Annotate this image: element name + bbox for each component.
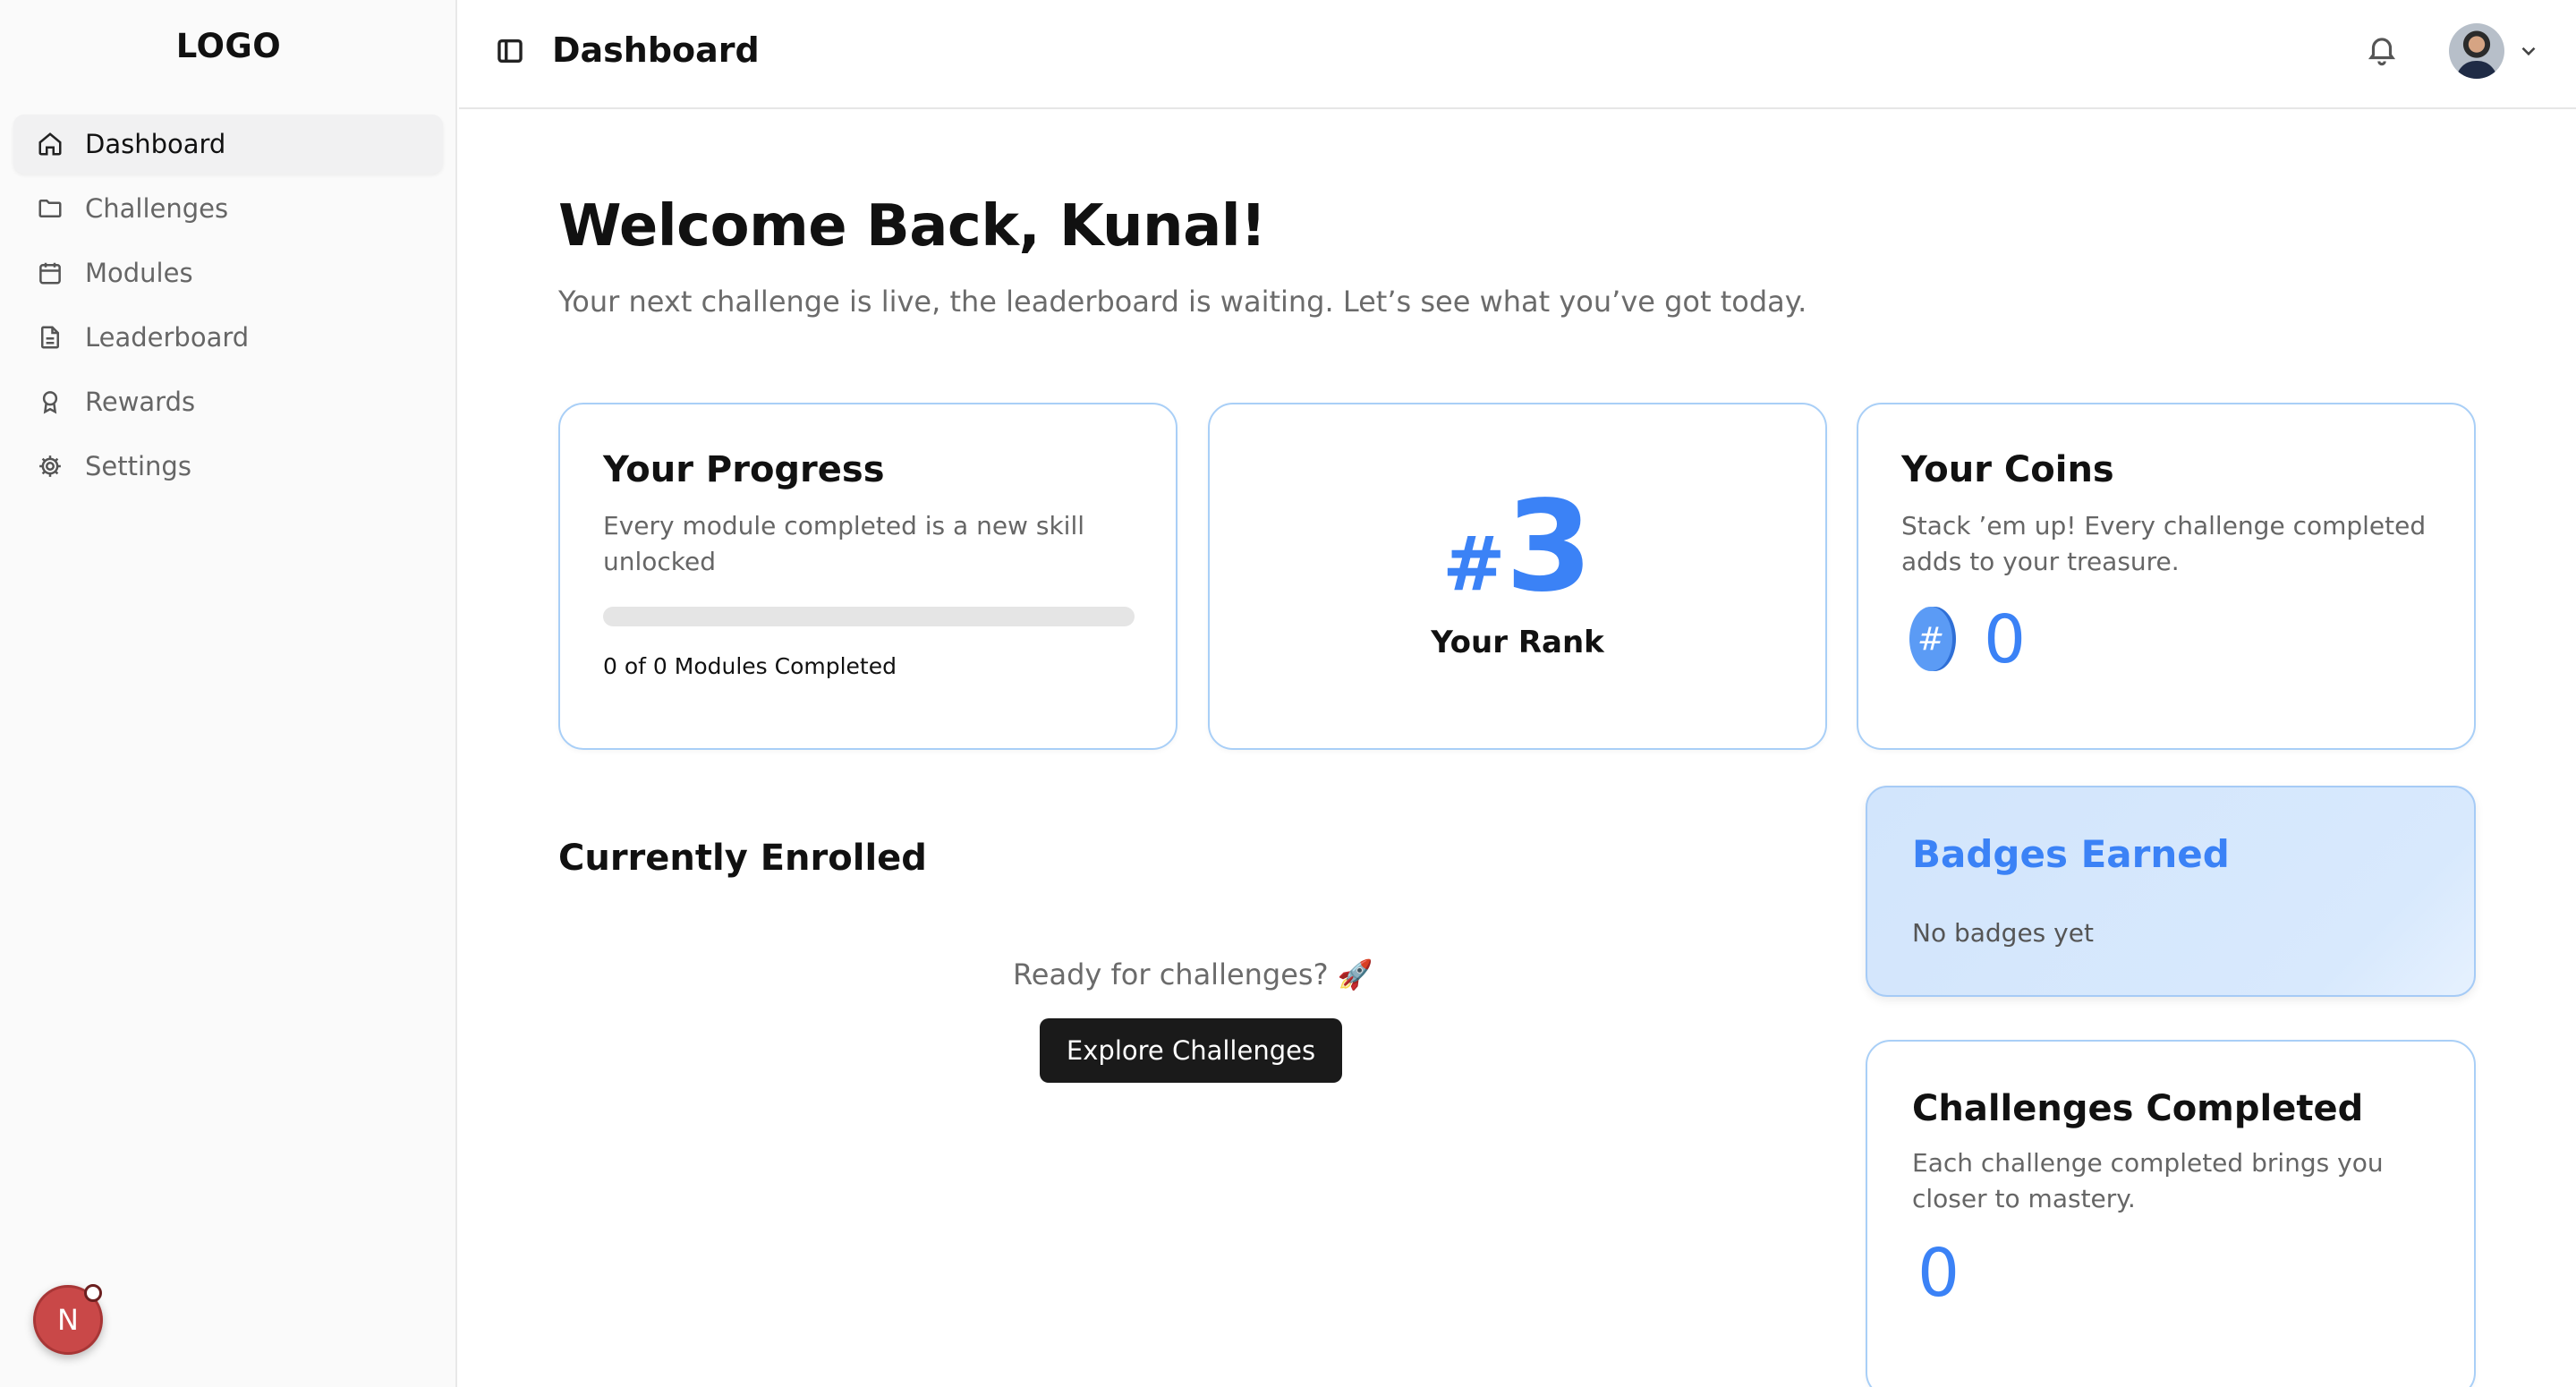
page-title: Dashboard: [552, 30, 760, 70]
document-icon: [35, 322, 65, 353]
coins-card: Your Coins Stack ’em up! Every challenge…: [1857, 403, 2476, 750]
avatar-initial: N: [57, 1303, 79, 1337]
award-icon: [35, 387, 65, 417]
challenges-completed-card: Challenges Completed Each challenge comp…: [1866, 1040, 2476, 1387]
sidebar-item-label: Dashboard: [85, 129, 226, 159]
completed-value: 0: [1917, 1235, 1960, 1312]
badges-card: Badges Earned No badges yet: [1866, 786, 2476, 997]
user-avatar-button[interactable]: N: [33, 1284, 103, 1355]
badges-title: Badges Earned: [1912, 832, 2230, 876]
sidebar-toggle-icon[interactable]: [495, 36, 527, 68]
rank-card: #3 Your Rank: [1208, 403, 1827, 750]
coin-icon: #: [1909, 607, 1956, 671]
profile-avatar[interactable]: [2449, 23, 2504, 79]
home-icon: [35, 129, 65, 159]
rank-label: Your Rank: [1431, 625, 1604, 660]
rank-hash: #: [1442, 520, 1506, 608]
progress-title: Your Progress: [603, 449, 885, 490]
gear-icon: [35, 451, 65, 481]
sidebar-item-label: Leaderboard: [85, 322, 250, 353]
topbar: Dashboard: [459, 0, 2576, 109]
welcome-heading: Welcome Back, Kunal!: [558, 193, 1266, 260]
sidebar-item-settings[interactable]: Settings: [13, 437, 443, 496]
status-dot: [84, 1284, 102, 1302]
rank-number: #3: [1210, 485, 1825, 610]
calendar-icon: [35, 258, 65, 288]
sidebar-item-leaderboard[interactable]: Leaderboard: [13, 308, 443, 367]
sidebar-item-rewards[interactable]: Rewards: [13, 372, 443, 431]
explore-challenges-button[interactable]: Explore Challenges: [1040, 1018, 1342, 1083]
coin-glyph: #: [1917, 621, 1944, 658]
sidebar-item-label: Challenges: [85, 193, 229, 224]
logo[interactable]: LOGO: [0, 27, 457, 65]
enrolled-empty-text: Ready for challenges? 🚀: [1013, 957, 1373, 991]
completed-description: Each challenge completed brings you clos…: [1912, 1148, 2384, 1213]
sidebar-item-label: Rewards: [85, 387, 196, 417]
bell-icon[interactable]: [2365, 32, 2401, 68]
sidebar-item-challenges[interactable]: Challenges: [13, 179, 443, 238]
coins-description: Stack ’em up! Every challenge completed …: [1901, 511, 2427, 576]
rank-value: 3: [1505, 474, 1593, 620]
enrolled-title: Currently Enrolled: [558, 838, 927, 879]
sidebar-item-modules[interactable]: Modules: [13, 243, 443, 302]
sidebar-item-dashboard[interactable]: Dashboard: [13, 115, 443, 174]
sidebar-item-label: Settings: [85, 451, 191, 481]
coins-title: Your Coins: [1901, 449, 2114, 490]
progress-description: Every module completed is a new skill un…: [603, 511, 1085, 576]
folder-icon: [35, 193, 65, 224]
badges-empty-text: No badges yet: [1912, 918, 2094, 948]
coins-value: 0: [1984, 601, 2027, 678]
sidebar-item-label: Modules: [85, 258, 193, 288]
progress-status: 0 of 0 Modules Completed: [603, 653, 897, 679]
progress-bar: [603, 607, 1135, 626]
progress-card: Your Progress Every module completed is …: [558, 403, 1177, 750]
sidebar-nav: Dashboard Challenges Modules Leaderboard…: [13, 115, 443, 501]
sidebar: LOGO Dashboard Challenges Modules Leader…: [0, 0, 457, 1387]
chevron-down-icon[interactable]: [2517, 39, 2542, 64]
completed-title: Challenges Completed: [1912, 1088, 2364, 1129]
welcome-subtitle: Your next challenge is live, the leaderb…: [558, 285, 1807, 319]
